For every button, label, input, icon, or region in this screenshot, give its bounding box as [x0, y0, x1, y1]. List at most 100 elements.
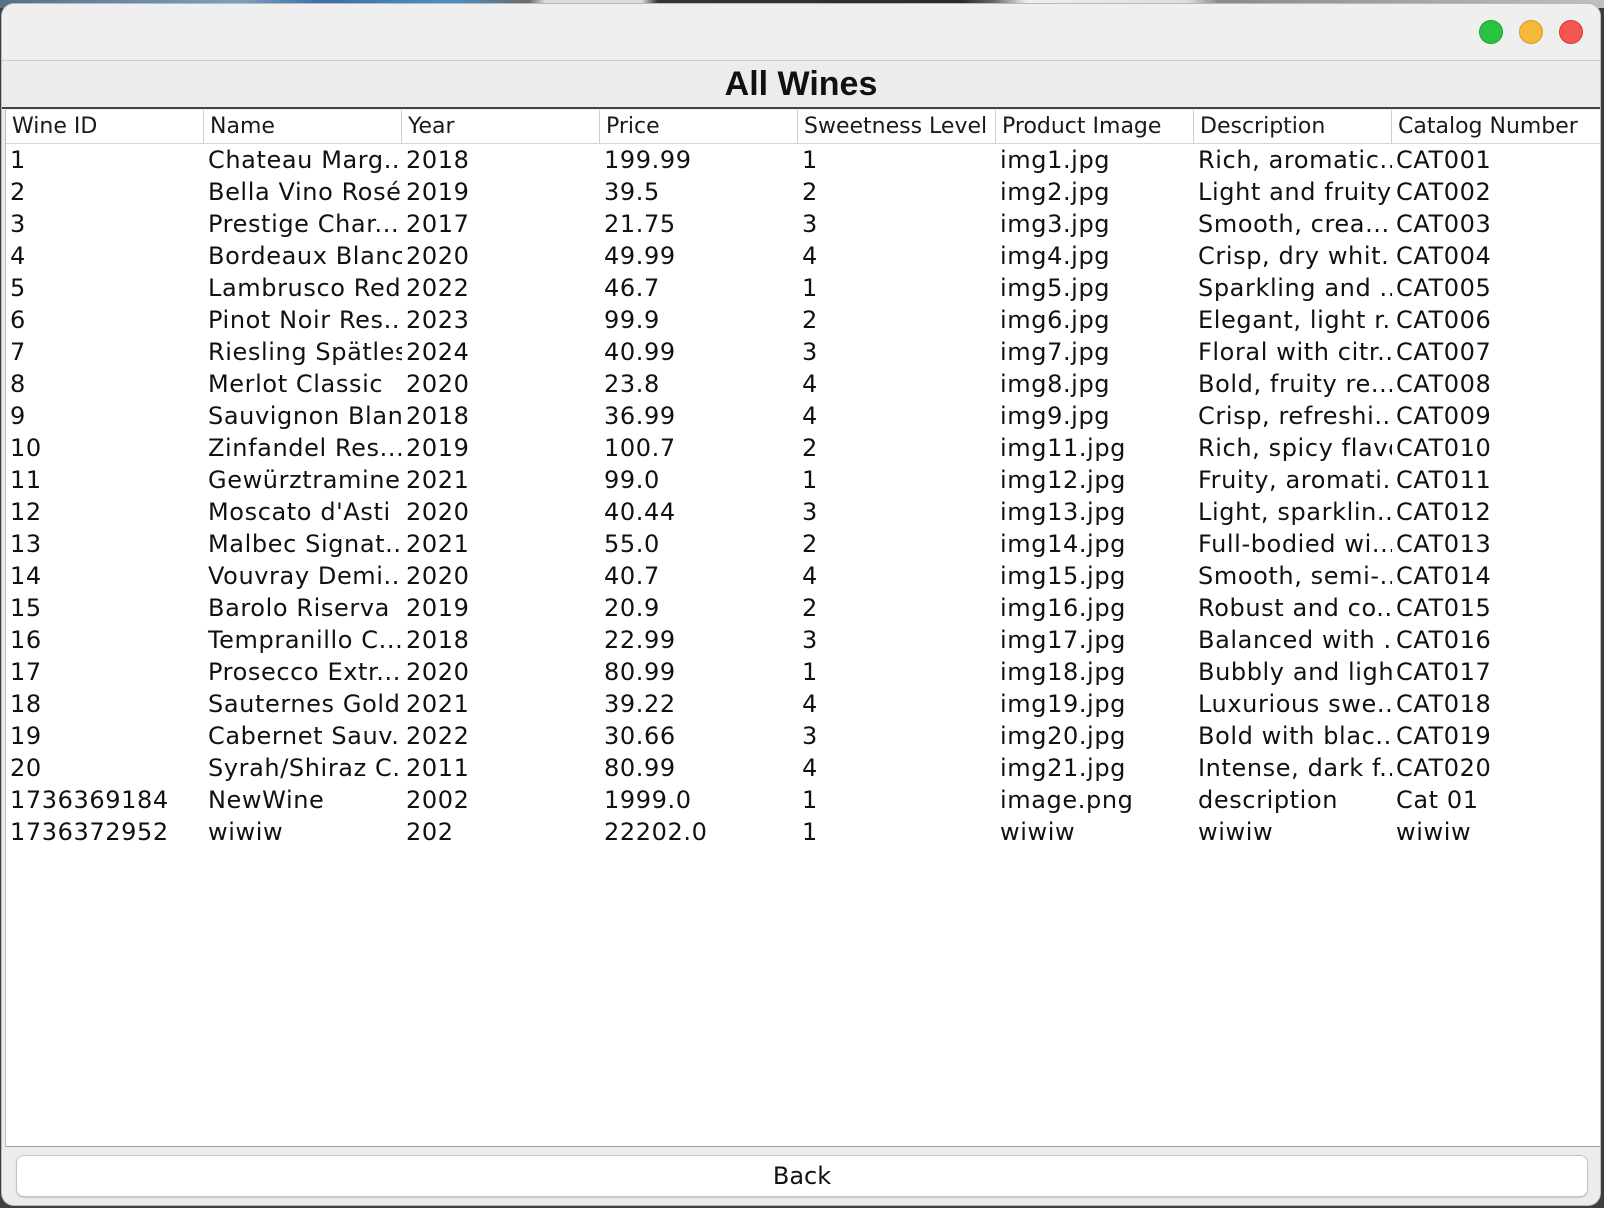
- table-cell[interactable]: Luxurious swe...: [1194, 688, 1392, 720]
- table-cell[interactable]: 1: [798, 816, 996, 848]
- table-cell[interactable]: CAT004: [1392, 240, 1600, 272]
- table-cell[interactable]: CAT011: [1392, 464, 1600, 496]
- table-cell[interactable]: 21.75: [600, 208, 798, 240]
- table-cell[interactable]: img7.jpg: [996, 336, 1194, 368]
- table-cell[interactable]: 2021: [402, 688, 600, 720]
- table-cell[interactable]: CAT001: [1392, 144, 1600, 176]
- table-cell[interactable]: img5.jpg: [996, 272, 1194, 304]
- table-cell[interactable]: Light, sparklin...: [1194, 496, 1392, 528]
- table-cell[interactable]: 80.99: [600, 656, 798, 688]
- table-cell[interactable]: Cat 01: [1392, 784, 1600, 816]
- table-cell[interactable]: 2018: [402, 144, 600, 176]
- table-cell[interactable]: 2023: [402, 304, 600, 336]
- table-cell[interactable]: 16: [6, 624, 204, 656]
- table-cell[interactable]: 12: [6, 496, 204, 528]
- table-cell[interactable]: Balanced with ...: [1194, 624, 1392, 656]
- table-cell[interactable]: CAT013: [1392, 528, 1600, 560]
- table-cell[interactable]: CAT019: [1392, 720, 1600, 752]
- table-cell[interactable]: CAT015: [1392, 592, 1600, 624]
- table-cell[interactable]: img20.jpg: [996, 720, 1194, 752]
- table-cell[interactable]: 3: [798, 496, 996, 528]
- table-cell[interactable]: Chateau Marg...: [204, 144, 402, 176]
- table-cell[interactable]: 3: [798, 624, 996, 656]
- table-cell[interactable]: Rich, aromatic...: [1194, 144, 1392, 176]
- column-header[interactable]: Product Image: [996, 110, 1194, 143]
- table-cell[interactable]: 9: [6, 400, 204, 432]
- table-cell[interactable]: Moscato d'Asti: [204, 496, 402, 528]
- table-cell[interactable]: 3: [798, 336, 996, 368]
- table-cell[interactable]: 2020: [402, 496, 600, 528]
- table-cell[interactable]: CAT002: [1392, 176, 1600, 208]
- table-cell[interactable]: 2002: [402, 784, 600, 816]
- table-cell[interactable]: 1: [6, 144, 204, 176]
- table-cell[interactable]: 2019: [402, 592, 600, 624]
- table-cell[interactable]: Merlot Classic: [204, 368, 402, 400]
- table-row[interactable]: 2 Bella Vino Rosé 2019 39.5 2 img2.jpg Light a…: [6, 176, 1600, 208]
- table-cell[interactable]: img3.jpg: [996, 208, 1194, 240]
- table-cell[interactable]: CAT017: [1392, 656, 1600, 688]
- table-row[interactable]: 19 Cabernet Sauv... 2022 30.66 3 img20.jpg Bol…: [6, 720, 1600, 752]
- table-cell[interactable]: 7: [6, 336, 204, 368]
- table-row[interactable]: 10 Zinfandel Res... 2019 100.7 2 img11.jpg Ri…: [6, 432, 1600, 464]
- table-row[interactable]: 3 Prestige Char... 2017 21.75 3 img3.jpg Smoot…: [6, 208, 1600, 240]
- table-cell[interactable]: 39.5: [600, 176, 798, 208]
- table-cell[interactable]: 11: [6, 464, 204, 496]
- table-row[interactable]: 12 Moscato d'Asti 2020 40.44 3 img13.jpg Light…: [6, 496, 1600, 528]
- table-cell[interactable]: Sparkling and ...: [1194, 272, 1392, 304]
- table-cell[interactable]: 36.99: [600, 400, 798, 432]
- table-row[interactable]: 14 Vouvray Demi... 2020 40.7 4 img15.jpg Smoot…: [6, 560, 1600, 592]
- table-cell[interactable]: 39.22: [600, 688, 798, 720]
- table-cell[interactable]: 4: [798, 688, 996, 720]
- table-cell[interactable]: 6: [6, 304, 204, 336]
- table-cell[interactable]: Bold, fruity re...: [1194, 368, 1392, 400]
- table-cell[interactable]: 1736369184: [6, 784, 204, 816]
- table-cell[interactable]: 30.66: [600, 720, 798, 752]
- table-cell[interactable]: 2020: [402, 656, 600, 688]
- table-cell[interactable]: Rich, spicy flavor: [1194, 432, 1392, 464]
- table-cell[interactable]: Cabernet Sauv...: [204, 720, 402, 752]
- table-cell[interactable]: 49.99: [600, 240, 798, 272]
- table-cell[interactable]: Malbec Signat...: [204, 528, 402, 560]
- table-cell[interactable]: 40.44: [600, 496, 798, 528]
- table-cell[interactable]: CAT012: [1392, 496, 1600, 528]
- table-row[interactable]: 11 Gewürztraminer 2021 99.0 1 img12.jpg Fruity…: [6, 464, 1600, 496]
- table-cell[interactable]: CAT005: [1392, 272, 1600, 304]
- table-cell[interactable]: 2: [798, 592, 996, 624]
- table-cell[interactable]: 2: [6, 176, 204, 208]
- table-cell[interactable]: CAT010: [1392, 432, 1600, 464]
- table-cell[interactable]: Barolo Riserva: [204, 592, 402, 624]
- column-header[interactable]: Name: [204, 110, 402, 143]
- table-cell[interactable]: 5: [6, 272, 204, 304]
- table-cell[interactable]: CAT018: [1392, 688, 1600, 720]
- table-cell[interactable]: 99.9: [600, 304, 798, 336]
- table-cell[interactable]: 22.99: [600, 624, 798, 656]
- table-row[interactable]: 13 Malbec Signat... 2021 55.0 2 img14.jpg Full…: [6, 528, 1600, 560]
- table-cell[interactable]: 2: [798, 528, 996, 560]
- table-row[interactable]: 20 Syrah/Shiraz C... 2011 80.99 4 img21.jpg In…: [6, 752, 1600, 784]
- table-cell[interactable]: 2017: [402, 208, 600, 240]
- table-cell[interactable]: img21.jpg: [996, 752, 1194, 784]
- table-cell[interactable]: img1.jpg: [996, 144, 1194, 176]
- table-cell[interactable]: 13: [6, 528, 204, 560]
- table-cell[interactable]: CAT008: [1392, 368, 1600, 400]
- table-cell[interactable]: 1: [798, 784, 996, 816]
- table-cell[interactable]: 20.9: [600, 592, 798, 624]
- table-cell[interactable]: Elegant, light r...: [1194, 304, 1392, 336]
- table-cell[interactable]: 1: [798, 656, 996, 688]
- table-cell[interactable]: Sauternes Gold: [204, 688, 402, 720]
- table-cell[interactable]: 15: [6, 592, 204, 624]
- table-row[interactable]: 6 Pinot Noir Res... 2023 99.9 2 img6.jpg Elega…: [6, 304, 1600, 336]
- table-cell[interactable]: Intense, dark f...: [1194, 752, 1392, 784]
- table-cell[interactable]: 2019: [402, 432, 600, 464]
- column-header[interactable]: Wine ID: [6, 110, 204, 143]
- table-cell[interactable]: 1736372952: [6, 816, 204, 848]
- table-cell[interactable]: 23.8: [600, 368, 798, 400]
- table-cell[interactable]: 2020: [402, 560, 600, 592]
- table-cell[interactable]: img2.jpg: [996, 176, 1194, 208]
- table-cell[interactable]: 8: [6, 368, 204, 400]
- table-cell[interactable]: 3: [6, 208, 204, 240]
- table-row[interactable]: 8 Merlot Classic 2020 23.8 4 img8.jpg Bold, fr…: [6, 368, 1600, 400]
- zoom-window-icon[interactable]: [1479, 20, 1503, 44]
- table-cell[interactable]: img8.jpg: [996, 368, 1194, 400]
- table-cell[interactable]: 4: [798, 752, 996, 784]
